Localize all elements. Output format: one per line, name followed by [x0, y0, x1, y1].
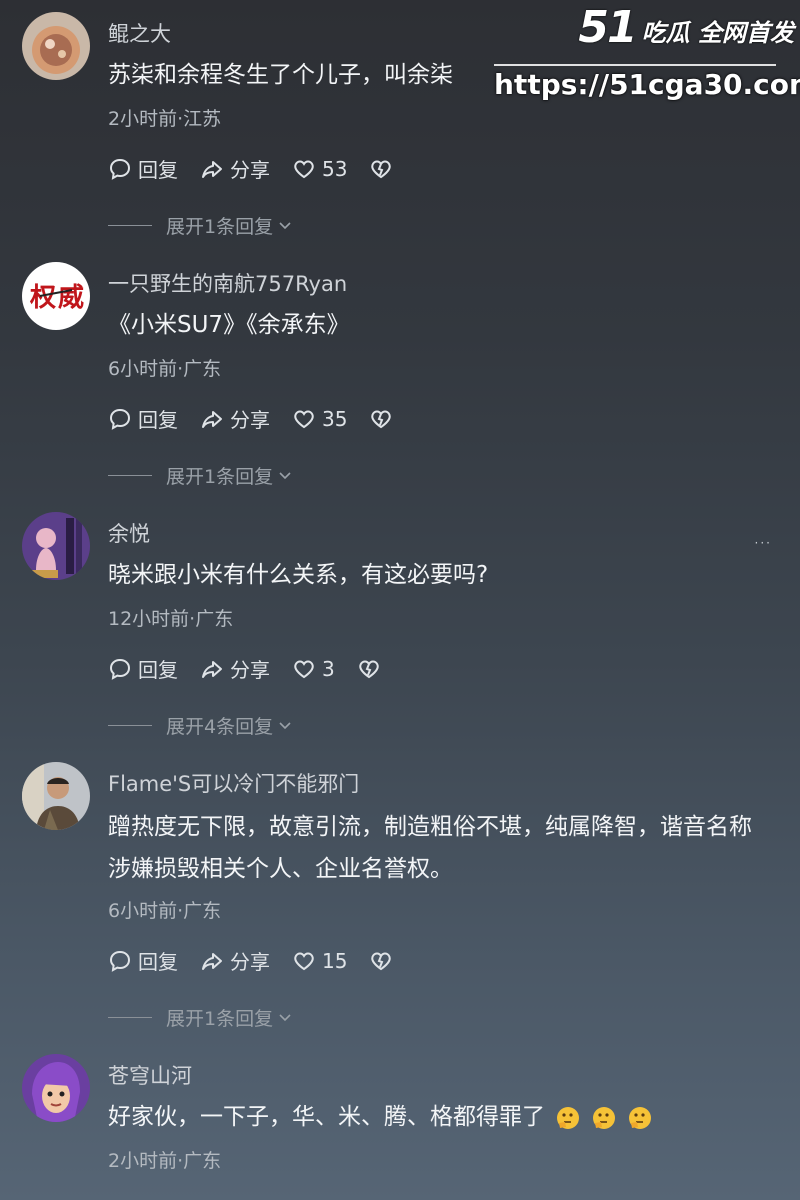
expand-replies[interactable]: 展开4条回复: [108, 712, 293, 739]
like-count: 35: [322, 406, 348, 431]
watermark-logo: 51 吃瓜 全网首发: [494, 6, 794, 50]
expand-replies-label: 展开1条回复: [166, 216, 274, 238]
share-button[interactable]: 分享: [200, 654, 270, 683]
broken-heart-icon: [359, 659, 379, 678]
avatar[interactable]: 权威: [22, 262, 90, 330]
share-label: 分享: [230, 658, 270, 682]
broken-heart-icon: [371, 409, 392, 428]
like-button[interactable]: 53: [292, 157, 347, 181]
divider: [108, 475, 152, 476]
dislike-button[interactable]: [357, 657, 387, 681]
expand-replies[interactable]: 展开1条回复: [108, 462, 293, 489]
reply-label: 回复: [138, 158, 178, 182]
comment-meta: 12小时前·广东: [108, 608, 234, 630]
reply-bubble-icon: [109, 950, 131, 972]
like-count: 53: [322, 156, 348, 181]
comment-text: 《小米SU7》《余承东》: [108, 312, 350, 338]
thinking-emoji-icon: [557, 1106, 579, 1129]
share-button[interactable]: 分享: [200, 154, 270, 183]
share-label: 分享: [230, 408, 270, 432]
comment-meta: 6小时前·广东: [108, 900, 222, 922]
chevron-down-icon: [279, 1013, 291, 1021]
heart-icon: [294, 951, 314, 970]
expand-replies[interactable]: 展开1条回复: [108, 212, 293, 239]
share-button[interactable]: 分享: [200, 404, 270, 433]
thinking-emoji-icon: [593, 1106, 615, 1129]
like-button[interactable]: 15: [292, 949, 347, 973]
expand-replies-label: 展开1条回复: [166, 1008, 274, 1030]
reply-label: 回复: [138, 408, 178, 432]
comment-text-body: 好家伙，一下子，华、米、腾、格都得罪了: [108, 1104, 545, 1130]
username[interactable]: 鲲之大: [108, 18, 171, 48]
dislike-button[interactable]: [369, 407, 399, 431]
like-button[interactable]: 3: [292, 657, 335, 681]
share-arrow-icon: [202, 952, 222, 970]
comment-meta: 2小时前·广东: [108, 1150, 222, 1172]
comment-actions: 回复 分享 15: [108, 946, 421, 975]
share-button[interactable]: 分享: [200, 946, 270, 975]
like-button[interactable]: 35: [292, 407, 347, 431]
dislike-button[interactable]: [369, 949, 399, 973]
reply-bubble-icon: [109, 158, 131, 180]
reply-bubble-icon: [109, 658, 131, 680]
avatar[interactable]: [22, 1054, 90, 1122]
svg-text:权: 权: [29, 283, 56, 313]
username[interactable]: 一只野生的南航757Ryan: [108, 268, 347, 298]
divider: [108, 225, 152, 226]
watermark-logo-text: 吃瓜 全网首发: [641, 19, 794, 47]
reply-button[interactable]: 回复: [108, 404, 178, 433]
like-count: 15: [322, 948, 348, 973]
username[interactable]: Flame'S可以冷门不能邪门: [108, 768, 359, 798]
heart-icon: [294, 409, 314, 428]
username[interactable]: 余悦: [108, 518, 150, 548]
dislike-button[interactable]: [369, 157, 399, 181]
reply-label: 回复: [138, 950, 178, 974]
more-options-icon[interactable]: ···: [755, 536, 772, 550]
reply-button[interactable]: 回复: [108, 154, 178, 183]
reply-bubble-icon: [109, 408, 131, 430]
expand-replies-label: 展开4条回复: [166, 716, 274, 738]
chevron-down-icon: [279, 471, 291, 479]
avatar[interactable]: [22, 512, 90, 580]
comment-text: 好家伙，一下子，华、米、腾、格都得罪了: [108, 1096, 768, 1138]
share-label: 分享: [230, 950, 270, 974]
reply-button[interactable]: 回复: [108, 946, 178, 975]
chevron-down-icon: [279, 721, 291, 729]
comment-actions: 回复 分享 53: [108, 154, 421, 183]
reply-label: 回复: [138, 658, 178, 682]
divider: [108, 725, 152, 726]
comment-text: 苏柒和余程冬生了个儿子，叫余柒: [108, 62, 453, 88]
reply-button[interactable]: 回复: [108, 654, 178, 683]
broken-heart-icon: [371, 159, 392, 178]
heart-icon: [294, 159, 314, 178]
comment-meta: 6小时前·广东: [108, 358, 222, 380]
share-arrow-icon: [202, 660, 222, 678]
thinking-emoji-icon: [629, 1106, 651, 1129]
chevron-down-icon: [279, 221, 291, 229]
comment-text: 晓米跟小米有什么关系，有这必要吗?: [108, 562, 489, 588]
share-label: 分享: [230, 158, 270, 182]
comment-actions: 回复 分享 35: [108, 404, 421, 433]
share-arrow-icon: [202, 410, 222, 428]
expand-replies[interactable]: 展开1条回复: [108, 1004, 293, 1031]
expand-replies-label: 展开1条回复: [166, 466, 274, 488]
broken-heart-icon: [371, 951, 392, 970]
username[interactable]: 苍穹山河: [108, 1060, 192, 1090]
comment-text: 蹭热度无下限，故意引流，制造粗俗不堪，纯属降智，谐音名称涉嫌损毁相关个人、企业名…: [108, 814, 752, 882]
like-count: 3: [322, 656, 335, 681]
avatar[interactable]: [22, 12, 90, 80]
divider: [108, 1017, 152, 1018]
comment-actions: 回复 分享 3: [108, 654, 409, 683]
heart-icon: [294, 659, 314, 678]
share-arrow-icon: [202, 160, 222, 178]
comment-meta: 2小时前·江苏: [108, 108, 222, 130]
watermark-logo-number: 51: [578, 2, 637, 53]
avatar[interactable]: [22, 762, 90, 830]
svg-text:威: 威: [58, 282, 84, 313]
